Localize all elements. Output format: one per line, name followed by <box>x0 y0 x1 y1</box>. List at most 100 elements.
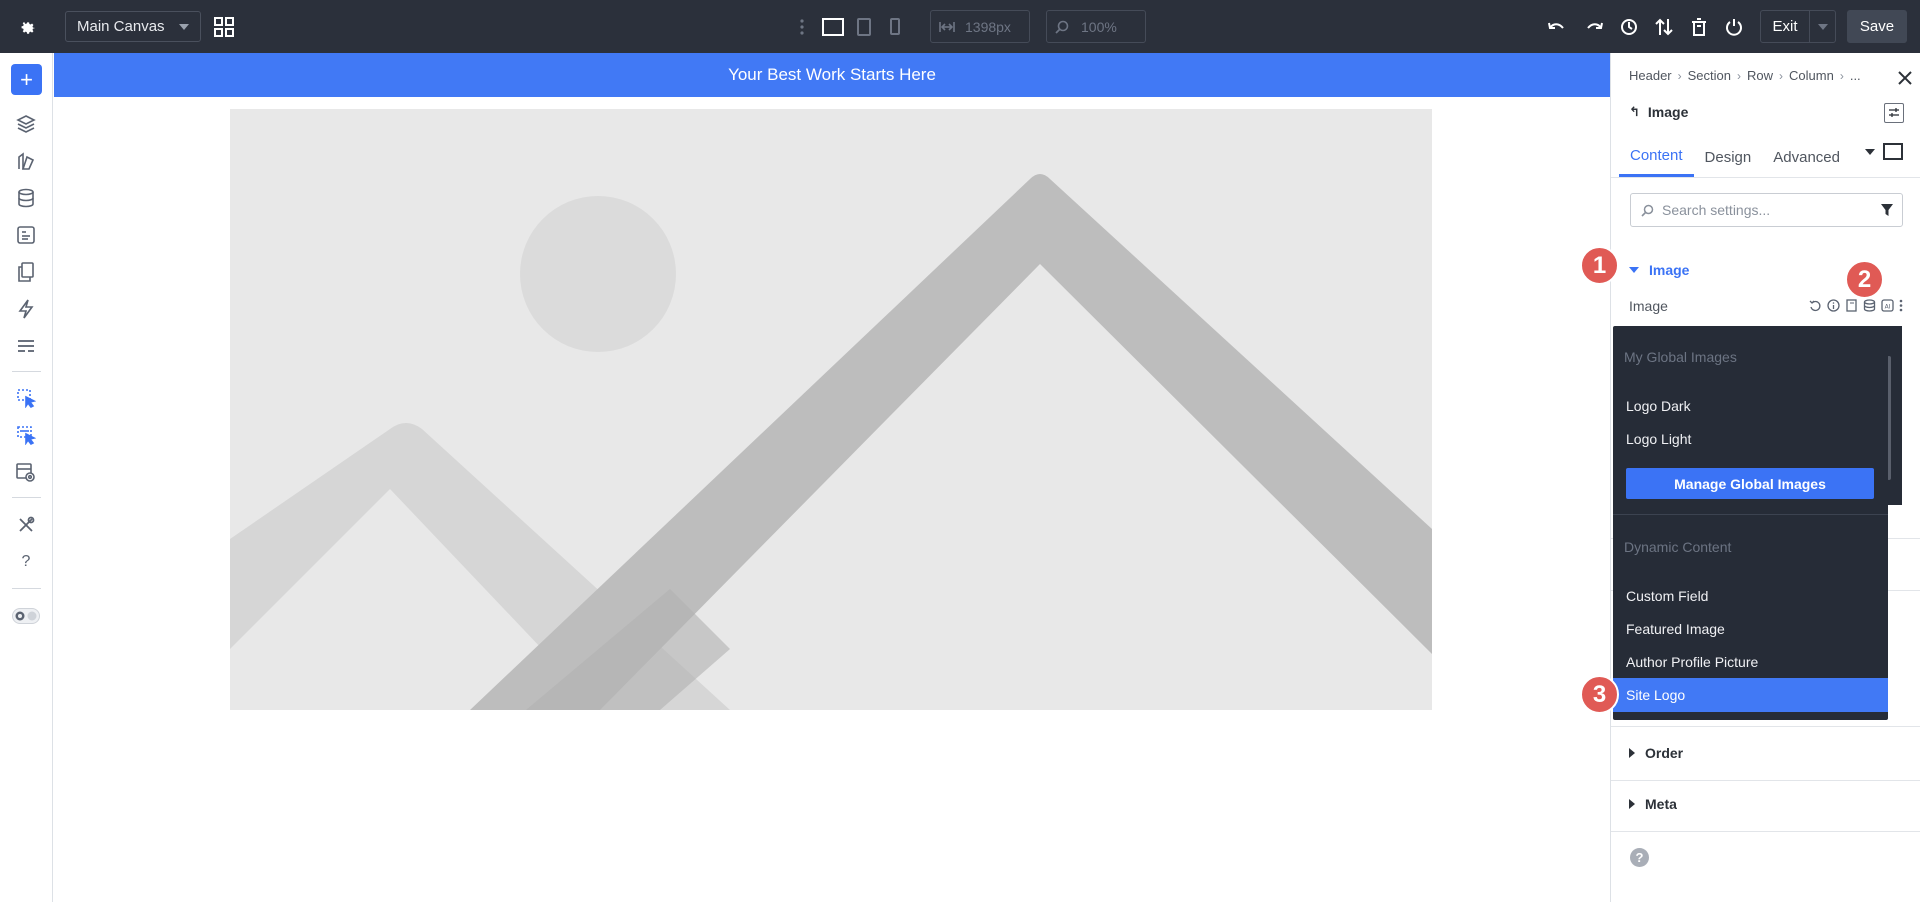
order-group-label: Order <box>1645 745 1684 761</box>
svg-text:AI: AI <box>1885 304 1891 311</box>
exit-button[interactable]: Exit <box>1760 10 1836 43</box>
breadcrumb-column[interactable]: Column <box>1789 68 1834 83</box>
image-placeholder[interactable] <box>230 109 1432 710</box>
layout-grid-icon[interactable] <box>212 0 236 53</box>
trash-icon[interactable] <box>1687 0 1711 53</box>
copy-icon[interactable] <box>1845 299 1858 312</box>
dynamic-content-dropdown: My Global Images Logo Dark Logo Light Ma… <box>1613 326 1888 720</box>
global-images-heading: My Global Images <box>1624 349 1737 365</box>
width-arrows-icon <box>939 21 955 33</box>
module-title: ↰ Image <box>1629 104 1688 120</box>
help-icon[interactable]: ? <box>1630 848 1649 867</box>
caret-down-icon <box>1629 267 1639 273</box>
search-settings-input[interactable]: Search settings... <box>1630 193 1903 227</box>
settings-gear-icon[interactable] <box>14 0 40 53</box>
chevron-right-icon: › <box>1677 68 1682 83</box>
layout-panel-icon[interactable] <box>12 221 40 249</box>
canvas-width-value: 1398px <box>965 18 1011 35</box>
left-sidebar: + ? <box>0 53 53 902</box>
undo-icon[interactable] <box>1545 0 1569 53</box>
sidebar-divider <box>12 371 41 372</box>
caret-right-icon <box>1629 799 1635 809</box>
tab-advanced[interactable]: Advanced <box>1762 137 1851 177</box>
pages-icon[interactable] <box>12 258 40 286</box>
settings-tabs: Content Design Advanced <box>1619 137 1920 177</box>
breadcrumb-section[interactable]: Section <box>1688 68 1731 83</box>
theme-builder-icon[interactable] <box>12 147 40 175</box>
breadcrumb-header[interactable]: Header <box>1629 68 1672 83</box>
exit-options-chevron-icon[interactable] <box>1810 23 1835 30</box>
module-title-text: Image <box>1647 104 1689 120</box>
dropdown-item-featured-image[interactable]: Featured Image <box>1626 621 1725 637</box>
plus-icon: + <box>20 66 33 92</box>
more-vertical-icon[interactable] <box>796 0 808 53</box>
zoom-field[interactable]: 100% <box>1046 10 1146 43</box>
history-clock-icon[interactable] <box>1617 0 1641 53</box>
canvas-select[interactable]: Main Canvas <box>65 11 201 42</box>
ai-icon[interactable]: AI <box>1881 299 1894 312</box>
zoom-icon <box>1055 20 1069 34</box>
dropdown-item-logo-dark[interactable]: Logo Dark <box>1626 398 1691 414</box>
save-button[interactable]: Save <box>1847 10 1907 43</box>
sidebar-divider <box>12 588 41 589</box>
exit-label: Exit <box>1761 11 1810 42</box>
view-mode-icon[interactable] <box>1883 143 1903 160</box>
help-question-icon[interactable]: ? <box>12 548 40 576</box>
lightning-icon[interactable] <box>12 295 40 323</box>
back-arrow-icon[interactable]: ↰ <box>1629 104 1640 120</box>
database-icon[interactable] <box>12 184 40 212</box>
breadcrumb: Header › Section › Row › Column › ... <box>1629 68 1861 83</box>
divider <box>1611 831 1920 832</box>
reset-icon[interactable] <box>1809 299 1822 312</box>
image-group-label: Image <box>1649 262 1690 278</box>
search-icon <box>1641 204 1654 217</box>
click-select-icon[interactable] <box>12 384 40 412</box>
dropdown-item-site-logo[interactable]: Site Logo <box>1613 678 1888 712</box>
dropdown-item-logo-light[interactable]: Logo Light <box>1626 431 1691 447</box>
phone-view-icon[interactable] <box>887 0 903 53</box>
redo-icon[interactable] <box>1582 0 1606 53</box>
tab-design[interactable]: Design <box>1694 137 1763 177</box>
mode-toggle[interactable] <box>12 602 40 630</box>
tools-icon[interactable] <box>12 511 40 539</box>
list-icon[interactable] <box>12 332 40 360</box>
top-toolbar: Main Canvas 1398px 100% Exit Save <box>0 0 1920 53</box>
close-icon[interactable] <box>1896 69 1914 87</box>
tab-more-chevron-icon[interactable] <box>1865 149 1875 155</box>
header-banner[interactable]: Your Best Work Starts Here <box>54 53 1610 97</box>
divider <box>1611 177 1920 178</box>
caret-right-icon <box>1629 748 1635 758</box>
info-icon[interactable] <box>1827 299 1840 312</box>
image-field-label: Image <box>1629 298 1668 314</box>
step-badge-1: 1 <box>1580 246 1619 285</box>
more-vertical-icon[interactable] <box>1899 299 1912 312</box>
canvas-width-field[interactable]: 1398px <box>930 10 1030 43</box>
order-group-toggle[interactable]: Order <box>1629 745 1683 761</box>
manage-global-images-button[interactable]: Manage Global Images <box>1626 468 1874 499</box>
placeholder-mountain-graphic <box>230 109 1432 710</box>
breadcrumb-more[interactable]: ... <box>1850 68 1861 83</box>
image-field-actions: AI <box>1809 299 1912 312</box>
meta-group-toggle[interactable]: Meta <box>1629 796 1677 812</box>
layers-icon[interactable] <box>12 110 40 138</box>
add-element-button[interactable]: + <box>11 64 42 95</box>
banner-text: Your Best Work Starts Here <box>728 65 936 84</box>
dropdown-item-author-profile-picture[interactable]: Author Profile Picture <box>1626 654 1758 670</box>
chevron-down-icon <box>179 24 189 30</box>
power-icon[interactable] <box>1722 0 1746 53</box>
step-badge-3: 3 <box>1580 675 1619 714</box>
portability-arrows-icon[interactable] <box>1652 0 1676 53</box>
filter-icon[interactable] <box>1880 203 1894 222</box>
chevron-right-icon: › <box>1839 68 1844 83</box>
image-group-toggle[interactable]: Image <box>1629 262 1689 278</box>
tablet-view-icon[interactable] <box>856 0 872 53</box>
breadcrumb-row[interactable]: Row <box>1747 68 1773 83</box>
tab-content[interactable]: Content <box>1619 137 1694 177</box>
desktop-view-icon[interactable] <box>821 0 845 53</box>
dynamic-content-heading: Dynamic Content <box>1624 539 1732 555</box>
dropdown-item-custom-field[interactable]: Custom Field <box>1626 588 1708 604</box>
dynamic-content-database-icon[interactable] <box>1863 299 1876 312</box>
preset-settings-icon[interactable] <box>1884 103 1904 123</box>
template-preview-icon[interactable] <box>12 459 40 487</box>
multi-select-icon[interactable] <box>12 421 40 449</box>
